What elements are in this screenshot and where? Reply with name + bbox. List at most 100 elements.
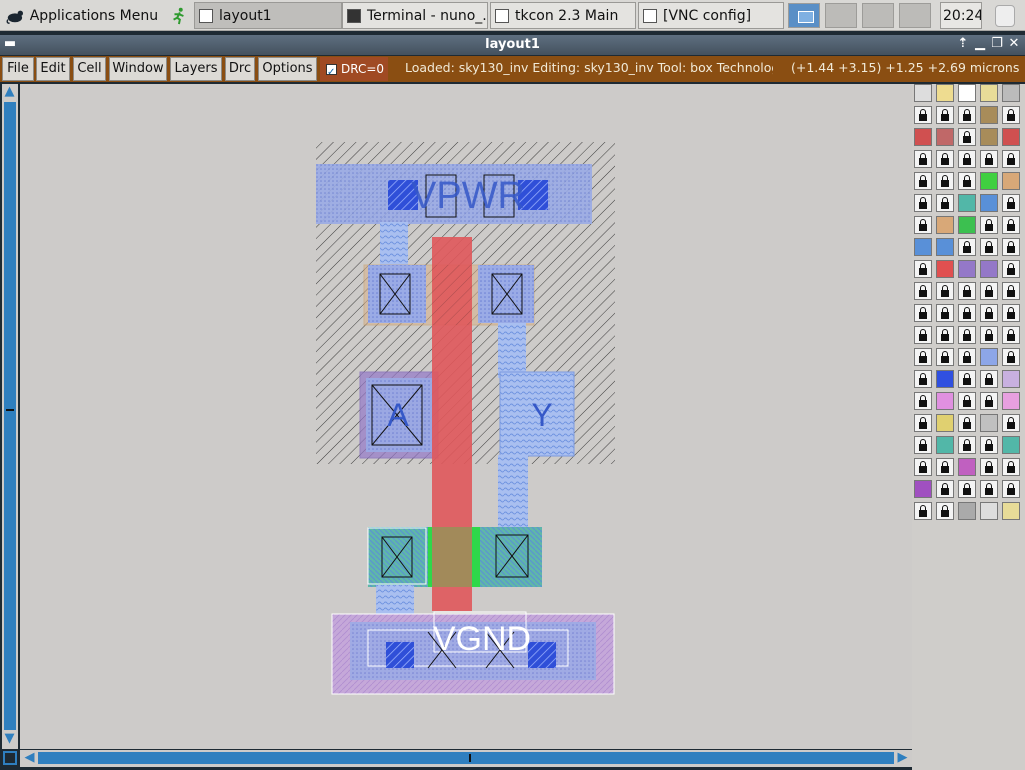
taskbar-window-layout1[interactable]: layout1 [194, 2, 342, 29]
layer-swatch[interactable] [980, 480, 998, 498]
taskbar-window-terminal[interactable]: Terminal - nuno_... [342, 2, 488, 29]
layer-swatch[interactable] [936, 282, 954, 300]
layer-swatch[interactable] [980, 304, 998, 322]
workspace-2[interactable] [825, 3, 857, 28]
layer-swatch[interactable] [958, 502, 976, 520]
applications-menu-button[interactable]: Applications Menu [2, 2, 188, 29]
layer-swatch[interactable] [958, 282, 976, 300]
layer-swatch[interactable] [936, 458, 954, 476]
layer-swatch[interactable] [958, 304, 976, 322]
layer-swatch[interactable] [914, 348, 932, 366]
layer-swatch[interactable] [936, 238, 954, 256]
layer-swatch[interactable] [1002, 216, 1020, 234]
vertical-scroll-thumb[interactable] [6, 409, 14, 411]
layer-swatch[interactable] [914, 128, 932, 146]
menu-options[interactable]: Options [258, 57, 317, 81]
layer-swatch[interactable] [958, 414, 976, 432]
layer-swatch[interactable] [958, 238, 976, 256]
layer-swatch[interactable] [980, 326, 998, 344]
layer-swatch[interactable] [1002, 414, 1020, 432]
minimize-icon[interactable]: ▁ [972, 36, 988, 53]
layer-swatch[interactable] [980, 194, 998, 212]
layer-swatch[interactable] [1002, 480, 1020, 498]
layer-swatch[interactable] [980, 216, 998, 234]
layer-swatch[interactable] [1002, 304, 1020, 322]
workspace-3[interactable] [862, 3, 894, 28]
clock[interactable]: 20:24 [940, 2, 982, 29]
layout-canvas[interactable]: VPWR Y A VGND [20, 84, 912, 749]
layer-swatch[interactable] [936, 304, 954, 322]
taskbar-window-vnc-config[interactable]: [VNC config] [638, 2, 784, 29]
drc-checkbox[interactable] [326, 61, 337, 85]
shade-icon[interactable]: ⇡ [955, 36, 971, 53]
layer-swatch[interactable] [914, 392, 932, 410]
layer-swatch[interactable] [936, 194, 954, 212]
layer-swatch[interactable] [980, 260, 998, 278]
layer-swatch[interactable] [914, 304, 932, 322]
layer-swatch[interactable] [958, 106, 976, 124]
layer-swatch[interactable] [1002, 260, 1020, 278]
layer-swatch[interactable] [914, 480, 932, 498]
layer-swatch[interactable] [1002, 84, 1020, 102]
layer-swatch[interactable] [936, 414, 954, 432]
menu-edit[interactable]: Edit [36, 57, 70, 81]
layer-swatch[interactable] [980, 172, 998, 190]
layer-swatch[interactable] [936, 172, 954, 190]
layer-swatch[interactable] [958, 348, 976, 366]
layer-swatch[interactable] [914, 502, 932, 520]
layer-swatch[interactable] [1002, 502, 1020, 520]
layer-swatch[interactable] [958, 216, 976, 234]
layer-swatch[interactable] [980, 436, 998, 454]
layer-swatch[interactable] [1002, 392, 1020, 410]
workspace-4[interactable] [899, 3, 931, 28]
layer-swatch[interactable] [980, 502, 998, 520]
layer-swatch[interactable] [1002, 282, 1020, 300]
layer-swatch[interactable] [1002, 150, 1020, 168]
layer-swatch[interactable] [936, 260, 954, 278]
layer-swatch[interactable] [914, 216, 932, 234]
taskbar-window-tkcon[interactable]: tkcon 2.3 Main [490, 2, 636, 29]
layer-swatch[interactable] [936, 216, 954, 234]
layer-swatch[interactable] [1002, 194, 1020, 212]
layer-swatch[interactable] [980, 392, 998, 410]
layer-swatch[interactable] [936, 106, 954, 124]
layer-swatch[interactable] [958, 326, 976, 344]
layer-swatch[interactable] [936, 128, 954, 146]
layer-swatch[interactable] [914, 458, 932, 476]
layer-swatch[interactable] [958, 370, 976, 388]
layer-swatch[interactable] [958, 172, 976, 190]
layer-swatch[interactable] [914, 436, 932, 454]
layer-swatch[interactable] [980, 84, 998, 102]
close-icon[interactable]: ✕ [1006, 36, 1022, 53]
horizontal-scrollbar[interactable]: ◀ ▶ [20, 750, 912, 767]
layer-swatch[interactable] [914, 414, 932, 432]
layer-swatch[interactable] [914, 326, 932, 344]
layer-swatch[interactable] [1002, 436, 1020, 454]
layer-swatch[interactable] [1002, 348, 1020, 366]
layer-swatch[interactable] [1002, 370, 1020, 388]
horizontal-scroll-track[interactable] [38, 752, 894, 764]
horizontal-scroll-thumb[interactable] [469, 754, 471, 762]
layer-swatch[interactable] [914, 172, 932, 190]
layer-swatch[interactable] [980, 282, 998, 300]
scroll-right-icon[interactable]: ▶ [895, 751, 910, 766]
layer-swatch[interactable] [936, 150, 954, 168]
layer-swatch[interactable] [1002, 458, 1020, 476]
zoom-box-icon[interactable] [3, 751, 17, 765]
menu-drc[interactable]: Drc [225, 57, 255, 81]
menu-cell[interactable]: Cell [73, 57, 106, 81]
layer-swatch[interactable] [936, 436, 954, 454]
layer-swatch[interactable] [936, 370, 954, 388]
vertical-scrollbar[interactable]: ▲ ▼ [2, 84, 18, 749]
layer-swatch[interactable] [914, 238, 932, 256]
scroll-up-icon[interactable]: ▲ [2, 85, 17, 100]
vertical-scroll-track[interactable] [4, 102, 16, 730]
layer-swatch[interactable] [958, 436, 976, 454]
layer-swatch[interactable] [936, 326, 954, 344]
layer-swatch[interactable] [980, 348, 998, 366]
layer-swatch[interactable] [914, 194, 932, 212]
drc-toggle[interactable]: DRC=0 [320, 57, 388, 85]
workspace-1[interactable] [788, 3, 820, 28]
layer-swatch[interactable] [980, 128, 998, 146]
layer-swatch[interactable] [958, 194, 976, 212]
